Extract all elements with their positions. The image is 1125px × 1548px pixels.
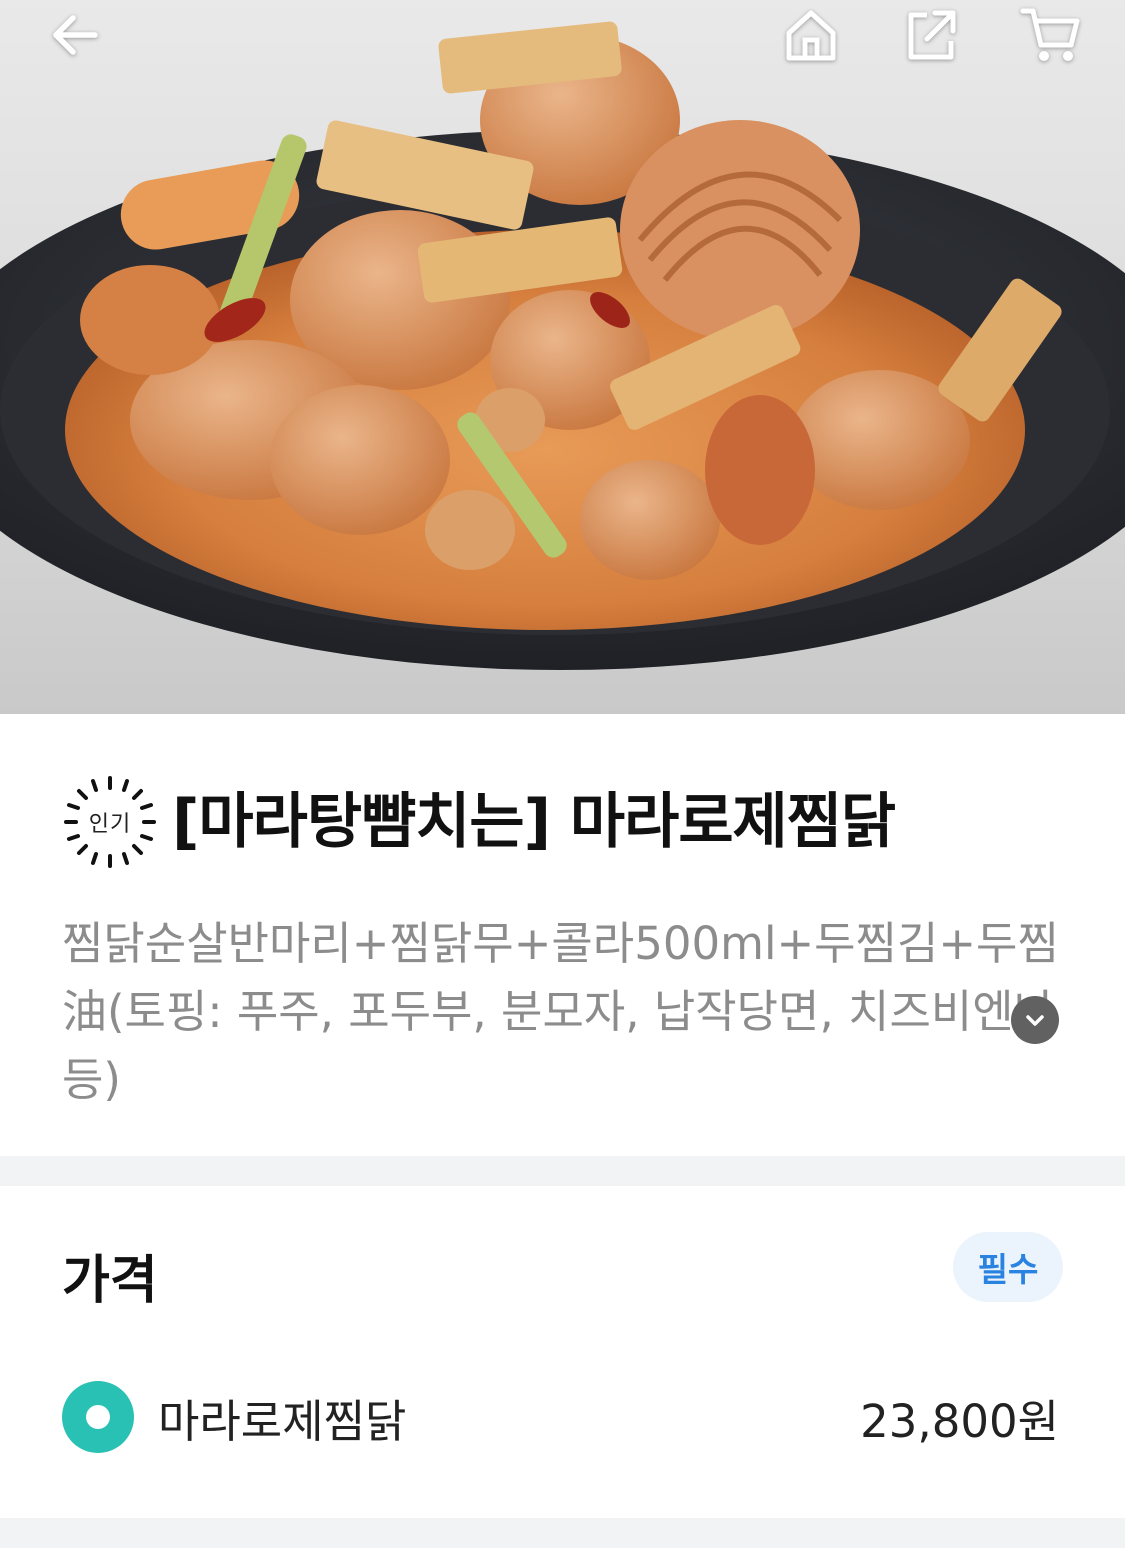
popular-badge: 인기 <box>62 774 158 870</box>
expand-description-button[interactable] <box>1011 996 1059 1044</box>
option-label: 마라로제찜닭 <box>158 1394 407 1448</box>
home-button[interactable] <box>776 0 846 70</box>
price-section-title: 가격 <box>62 1251 158 1311</box>
product-hero-image <box>0 0 1125 714</box>
section-divider <box>0 1156 1125 1186</box>
chevron-down-icon <box>1026 1015 1044 1026</box>
badge-label: 인기 <box>88 812 132 837</box>
share-button[interactable] <box>896 0 966 70</box>
price-option-row[interactable]: 마라로제찜닭 23,800원 <box>62 1352 1063 1482</box>
product-info: 인기 [마라탕뺨치는] 마라로제찜닭 찜닭순살반마리+찜닭무+콜라500ml+두… <box>0 714 1125 1156</box>
option-price: 23,800원 <box>860 1394 1059 1448</box>
radio-dot-icon <box>86 1405 110 1429</box>
product-title: [마라탕뺨치는] 마라로제찜닭 <box>172 787 896 857</box>
share-icon <box>908 10 956 60</box>
cart-button[interactable] <box>1016 0 1086 70</box>
bottom-divider <box>0 1518 1125 1548</box>
back-arrow-icon <box>53 15 98 55</box>
product-description: 찜닭순살반마리+찜닭무+콜라500ml+두찜김+두찜油(토핑: 푸주, 포두부,… <box>62 917 1059 1106</box>
back-button[interactable] <box>40 0 110 70</box>
title-row: 인기 [마라탕뺨치는] 마라로제찜닭 <box>62 774 1063 870</box>
home-icon <box>786 10 836 61</box>
food-photo <box>0 21 1125 670</box>
price-section-header: 가격 필수 <box>62 1186 1063 1352</box>
price-section: 가격 필수 마라로제찜닭 23,800원 <box>0 1186 1125 1518</box>
radio-selected[interactable] <box>62 1381 134 1453</box>
cart-icon <box>1020 8 1080 61</box>
required-badge: 필수 <box>953 1232 1063 1302</box>
